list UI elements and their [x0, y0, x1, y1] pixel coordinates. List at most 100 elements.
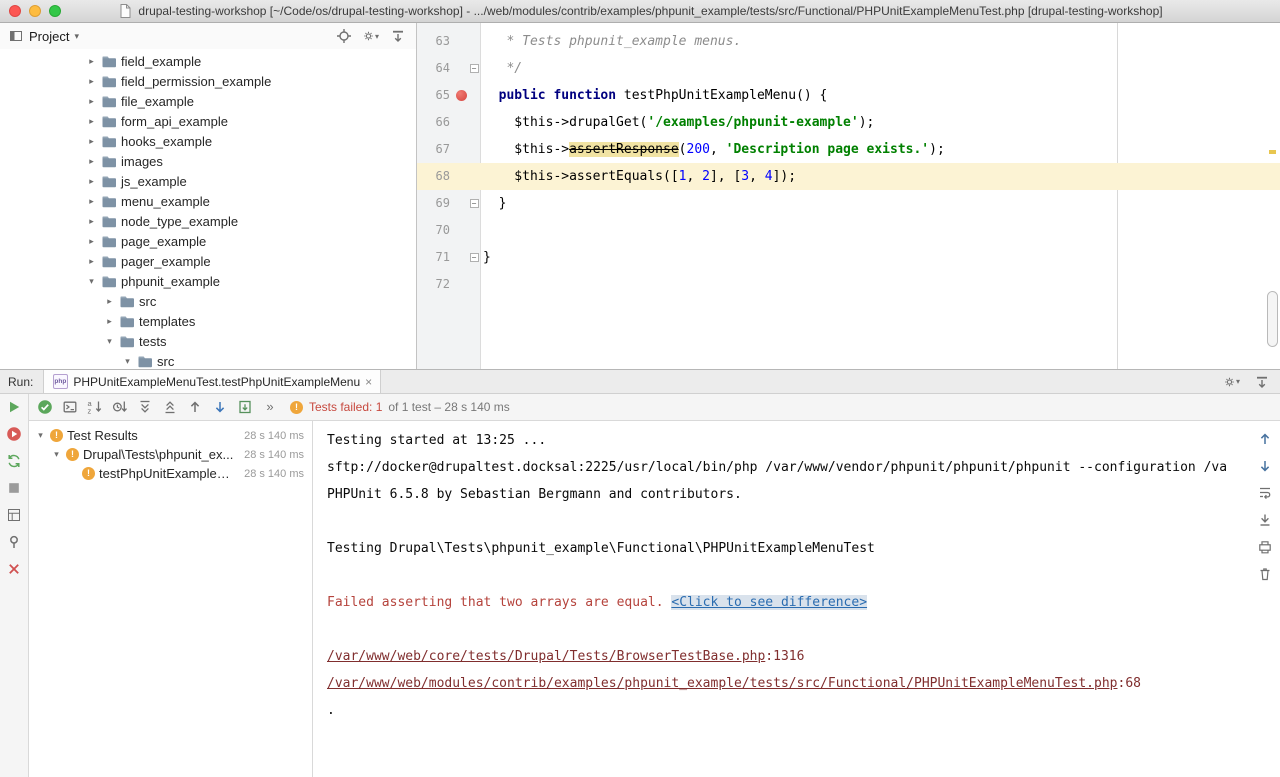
- chevron-down-icon[interactable]: ▾: [51, 449, 62, 460]
- pin-icon[interactable]: [6, 534, 22, 550]
- test-results-tree: ▾!Test Results28 s 140 ms▾!Drupal\Tests\…: [29, 421, 313, 777]
- stop-icon[interactable]: [6, 480, 22, 496]
- settings-gear-icon[interactable]: ▾: [363, 28, 379, 44]
- expand-all-icon[interactable]: [137, 399, 153, 415]
- code-line[interactable]: $this->drupalGet('/examples/phpunit-exam…: [480, 109, 874, 136]
- down-icon[interactable]: [1257, 458, 1273, 474]
- up-icon[interactable]: [1257, 431, 1273, 447]
- project-tree-item[interactable]: ▸src: [0, 291, 416, 311]
- show-ignored-icon[interactable]: [62, 399, 78, 415]
- settings-gear-icon[interactable]: ▾: [1224, 374, 1240, 390]
- project-tree-item[interactable]: ▸pager_example: [0, 251, 416, 271]
- code-line[interactable]: [480, 217, 483, 244]
- project-tree-item[interactable]: ▸file_example: [0, 91, 416, 111]
- soft-wrap-icon[interactable]: [1257, 485, 1273, 501]
- folder-icon: [101, 273, 117, 289]
- chevron-right-icon[interactable]: ▸: [86, 76, 97, 87]
- code-line[interactable]: [480, 271, 483, 298]
- close-window-button[interactable]: [9, 5, 21, 17]
- chevron-right-icon[interactable]: ▸: [86, 96, 97, 107]
- test-tree-item[interactable]: !testPhpUnitExampleM...28 s 140 ms: [29, 464, 312, 483]
- diff-link[interactable]: <Click to see difference>: [671, 595, 867, 610]
- export-results-icon[interactable]: [237, 399, 253, 415]
- project-tree-item[interactable]: ▸form_api_example: [0, 111, 416, 131]
- code-line[interactable]: * Tests phpunit_example menus.: [480, 28, 741, 55]
- collapse-all-icon[interactable]: [162, 399, 178, 415]
- project-tree-item[interactable]: ▸field_example: [0, 51, 416, 71]
- previous-failed-icon[interactable]: [187, 399, 203, 415]
- project-tree-item[interactable]: ▾src: [0, 351, 416, 369]
- test-console[interactable]: Testing started at 13:25 ...sftp://docke…: [313, 421, 1280, 777]
- chevron-down-icon[interactable]: ▾: [122, 356, 133, 367]
- gutter-icon-slot: [454, 82, 468, 109]
- chevron-right-icon[interactable]: ▸: [86, 196, 97, 207]
- chevron-right-icon[interactable]: ▸: [86, 176, 97, 187]
- code-line[interactable]: */: [480, 55, 522, 82]
- project-tree-item[interactable]: ▸menu_example: [0, 191, 416, 211]
- chevron-down-icon[interactable]: ▾: [35, 430, 46, 441]
- console-text: Failed asserting that two arrays are equ…: [327, 595, 671, 610]
- toggle-auto-test-icon[interactable]: [6, 453, 22, 469]
- code-line[interactable]: }: [480, 244, 491, 271]
- fold-marker[interactable]: −: [470, 64, 479, 73]
- editor-scrollbar-thumb[interactable]: [1267, 291, 1278, 347]
- clear-all-icon[interactable]: [1257, 566, 1273, 582]
- run-tab[interactable]: php PHPUnitExampleMenuTest.testPhpUnitEx…: [43, 370, 381, 393]
- project-tree-item[interactable]: ▸images: [0, 151, 416, 171]
- fold-marker[interactable]: −: [470, 253, 479, 262]
- fold-slot: −: [468, 244, 480, 271]
- chevron-right-icon[interactable]: ▸: [86, 116, 97, 127]
- project-tree-item[interactable]: ▾phpunit_example: [0, 271, 416, 291]
- project-tree-item[interactable]: ▸templates: [0, 311, 416, 331]
- chevron-right-icon[interactable]: ▸: [104, 316, 115, 327]
- project-tree-item[interactable]: ▸field_permission_example: [0, 71, 416, 91]
- restore-layout-icon[interactable]: [6, 507, 22, 523]
- rerun-icon[interactable]: [6, 399, 22, 415]
- project-tree-item[interactable]: ▸node_type_example: [0, 211, 416, 231]
- project-tree-item[interactable]: ▸hooks_example: [0, 131, 416, 151]
- chevron-right-icon[interactable]: ▸: [86, 156, 97, 167]
- chevron-right-icon[interactable]: ▸: [86, 56, 97, 67]
- chevron-right-icon[interactable]: ▸: [86, 236, 97, 247]
- sort-alphabetically-icon[interactable]: az: [87, 399, 103, 415]
- line-number: 65: [417, 82, 454, 109]
- rerun-failed-icon[interactable]: [6, 426, 22, 442]
- close-icon[interactable]: [6, 561, 22, 577]
- chevron-right-icon[interactable]: ▸: [86, 136, 97, 147]
- print-icon[interactable]: [1257, 539, 1273, 555]
- test-tree-item[interactable]: ▾!Drupal\Tests\phpunit_ex...28 s 140 ms: [29, 445, 312, 464]
- scroll-to-end-icon[interactable]: [1257, 512, 1273, 528]
- sort-by-duration-icon[interactable]: [112, 399, 128, 415]
- show-passed-icon[interactable]: [37, 399, 53, 415]
- chevron-down-icon[interactable]: ▾: [86, 276, 97, 287]
- project-tree-item[interactable]: ▸js_example: [0, 171, 416, 191]
- chevron-right-icon[interactable]: ▸: [104, 296, 115, 307]
- chevron-down-icon[interactable]: ▾: [104, 336, 115, 347]
- file-link[interactable]: /var/www/web/core/tests/Drupal/Tests/Bro…: [327, 649, 765, 664]
- close-tab-icon[interactable]: ×: [365, 375, 372, 389]
- warning-stripe-mark[interactable]: [1269, 150, 1276, 154]
- minimize-window-button[interactable]: [29, 5, 41, 17]
- code-line[interactable]: $this->assertResponse(200, 'Description …: [480, 136, 945, 163]
- fold-marker[interactable]: −: [470, 199, 479, 208]
- project-tree-item[interactable]: ▾tests: [0, 331, 416, 351]
- test-failed-icon[interactable]: [453, 88, 469, 104]
- titlebar[interactable]: drupal-testing-workshop [~/Code/os/drupa…: [0, 0, 1280, 23]
- locate-icon[interactable]: [336, 28, 352, 44]
- code-line[interactable]: $this->assertEquals([1, 2], [3, 4]);: [480, 163, 796, 190]
- zoom-window-button[interactable]: [49, 5, 61, 17]
- line-number: 68: [417, 163, 454, 190]
- hide-toolwindow-icon[interactable]: [1254, 374, 1270, 390]
- next-failed-icon[interactable]: [212, 399, 228, 415]
- code-line[interactable]: public function testPhpUnitExampleMenu()…: [480, 82, 827, 109]
- more-chevron-icon[interactable]: »: [262, 399, 278, 415]
- chevron-right-icon[interactable]: ▸: [86, 216, 97, 227]
- hide-panel-icon[interactable]: [390, 28, 406, 44]
- project-header-label[interactable]: Project: [29, 29, 69, 44]
- file-link[interactable]: /var/www/web/modules/contrib/examples/ph…: [327, 676, 1118, 691]
- project-tree-item[interactable]: ▸page_example: [0, 231, 416, 251]
- code-line[interactable]: }: [480, 190, 506, 217]
- code-editor[interactable]: 63 * Tests phpunit_example menus.64− */6…: [417, 23, 1280, 369]
- test-tree-item[interactable]: ▾!Test Results28 s 140 ms: [29, 426, 312, 445]
- chevron-right-icon[interactable]: ▸: [86, 256, 97, 267]
